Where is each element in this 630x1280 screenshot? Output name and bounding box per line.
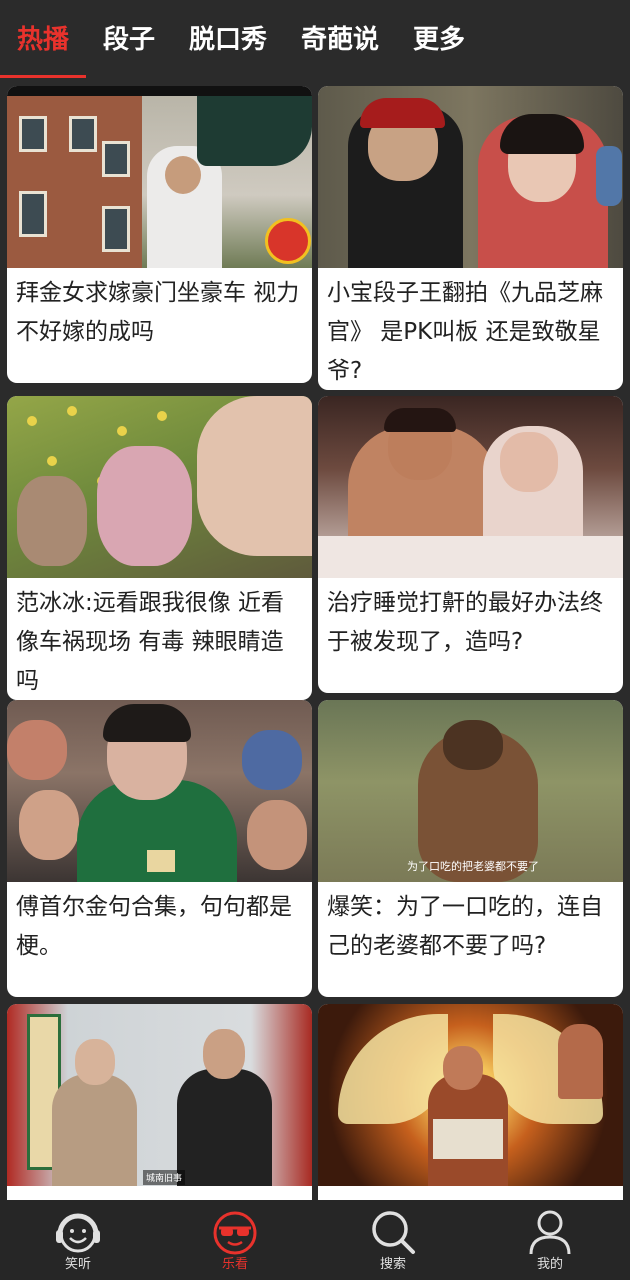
- nav-item-lekan[interactable]: 乐看: [185, 1200, 285, 1280]
- video-card[interactable]: 傅首尔金句合集，句句都是梗。: [7, 700, 312, 997]
- video-card[interactable]: 小宝段子王翻拍《九品芝麻官》 是PK叫板 还是致敬星爷?: [318, 86, 623, 390]
- video-title: 治疗睡觉打鼾的最好办法终于被发现了，造吗?: [327, 590, 603, 655]
- channel-logo-icon: [265, 218, 311, 264]
- tab-jokes[interactable]: 段子: [103, 22, 155, 58]
- tab-more[interactable]: 更多: [413, 22, 465, 58]
- video-card[interactable]: 拜金女求嫁豪门坐豪车 视力不好嫁的成吗: [7, 86, 312, 383]
- video-title: 拜金女求嫁豪门坐豪车 视力不好嫁的成吗: [16, 280, 300, 345]
- video-card[interactable]: 为了口吃的把老婆都不要了 爆笑：为了一口吃的，连自己的老婆都不要了吗?: [318, 700, 623, 997]
- headphone-smile-icon: [56, 1213, 100, 1253]
- sunglasses-face-icon: [213, 1211, 257, 1255]
- video-title: 小宝段子王翻拍《九品芝麻官》 是PK叫板 还是致敬星爷?: [327, 280, 603, 384]
- video-title: 傅首尔金句合集，句句都是梗。: [16, 894, 292, 959]
- nav-item-xiaoting[interactable]: 笑听: [28, 1200, 128, 1280]
- video-card[interactable]: 范冰冰:远看跟我很像 近看像车祸现场 有毒 辣眼睛造吗: [7, 396, 312, 700]
- video-thumbnail: 为了口吃的把老婆都不要了: [318, 700, 623, 882]
- video-card[interactable]: 治疗睡觉打鼾的最好办法终于被发现了，造吗?: [318, 396, 623, 693]
- video-thumbnail: 城南旧事: [7, 1004, 312, 1186]
- video-subtitle-caption: 为了口吃的把老婆都不要了: [407, 860, 539, 873]
- top-tab-bar: 热播 段子 脱口秀 奇葩说 更多: [0, 0, 630, 80]
- bottom-nav-bar: 笑听 乐看 搜索 我的: [0, 1200, 630, 1280]
- search-icon: [372, 1211, 415, 1254]
- video-thumbnail: [318, 86, 623, 268]
- video-subtitle-caption: 城南旧事: [143, 1170, 186, 1185]
- video-grid: 拜金女求嫁豪门坐豪车 视力不好嫁的成吗 小宝段子王翻拍《九品芝麻官》 是PK叫板…: [0, 86, 630, 1200]
- video-thumbnail: [7, 700, 312, 882]
- video-title: 爆笑：为了一口吃的，连自己的老婆都不要了吗?: [327, 894, 603, 959]
- tab-qipashuo[interactable]: 奇葩说: [301, 22, 379, 58]
- nav-label: 我的: [536, 1257, 563, 1272]
- active-tab-indicator: [0, 75, 86, 78]
- video-thumbnail: [318, 1004, 623, 1186]
- nav-item-search[interactable]: 搜索: [343, 1200, 443, 1280]
- video-thumbnail: [7, 86, 312, 268]
- nav-label: 搜索: [379, 1257, 406, 1272]
- video-card[interactable]: 城南旧事: [7, 1004, 312, 1200]
- video-title: 范冰冰:远看跟我很像 近看像车祸现场 有毒 辣眼睛造吗: [16, 590, 285, 694]
- video-card[interactable]: [318, 1004, 623, 1200]
- tab-talk-show[interactable]: 脱口秀: [189, 22, 267, 58]
- user-icon: [529, 1210, 571, 1255]
- nav-label: 笑听: [64, 1257, 91, 1272]
- nav-label: 乐看: [221, 1257, 248, 1272]
- video-thumbnail: [7, 396, 312, 578]
- video-thumbnail: [318, 396, 623, 578]
- nav-item-mine[interactable]: 我的: [500, 1200, 600, 1280]
- tab-hot[interactable]: 热播: [17, 22, 69, 58]
